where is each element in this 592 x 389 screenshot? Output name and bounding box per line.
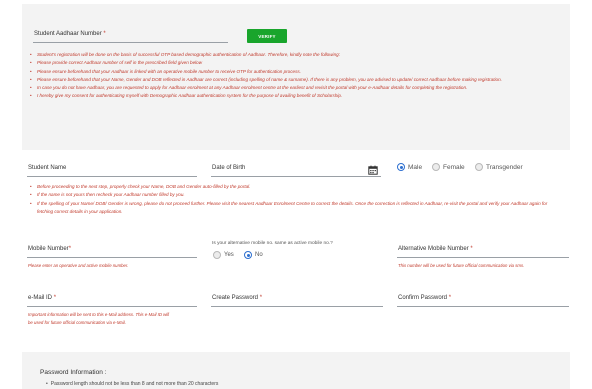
gender-male-radio[interactable]: Male (397, 163, 422, 171)
aadhaar-number-input[interactable] (33, 42, 228, 43)
note-item: If the spelling of your Name/ DOB/ Gende… (30, 200, 550, 217)
alt-mobile-input[interactable] (397, 257, 569, 258)
mobile-number-label: Mobile Number* (28, 246, 72, 252)
email-hint-line-2: be used for future official communicatio… (28, 320, 126, 325)
radio-empty-icon (475, 163, 483, 171)
email-label: e-Mail ID * (28, 295, 57, 301)
create-password-label: Create Password * (212, 295, 263, 301)
password-info-title: Password Information : (40, 369, 107, 376)
student-name-label: Student Name (28, 165, 67, 171)
student-name-input[interactable] (27, 176, 197, 177)
aadhaar-notes: Student's registration will be done on t… (30, 51, 550, 101)
student-notes: Before proceeding to the next step, prop… (30, 183, 550, 216)
note-item: Before proceeding to the next step, prop… (30, 183, 550, 192)
verify-button[interactable]: VERIFY (247, 29, 287, 43)
mobile-hint: Please enter an operative and active mob… (28, 263, 129, 268)
dob-label: Date of Birth (212, 165, 246, 171)
alt-mobile-label: Alternative Mobile Number * (398, 246, 473, 252)
mobile-number-input[interactable] (27, 257, 197, 258)
email-input[interactable] (27, 306, 197, 307)
confirm-password-input[interactable] (397, 306, 569, 307)
alt-same-no-radio[interactable]: No (244, 251, 263, 259)
confirm-password-label: Confirm Password * (398, 295, 452, 301)
create-password-input[interactable] (211, 306, 383, 307)
note-item: I hereby give my consent for authenticat… (30, 92, 550, 101)
radio-empty-icon (213, 251, 221, 259)
note-item: Please ensure beforehand that your Aadha… (30, 68, 550, 77)
alt-same-question: Is your alternative mobile no. same as a… (212, 241, 333, 246)
aadhaar-number-label: Student Aadhaar Number * (34, 31, 106, 37)
calendar-icon[interactable] (368, 165, 378, 175)
radio-selected-icon (244, 251, 252, 259)
note-item: Student's registration will be done on t… (30, 51, 550, 60)
radio-selected-icon (397, 163, 405, 171)
note-item: If the name is not yours then recheck yo… (30, 191, 550, 200)
dob-input[interactable] (211, 176, 381, 177)
radio-empty-icon (432, 163, 440, 171)
note-item: In case you do not have Aadhaar, you are… (30, 84, 550, 93)
email-hint-line-1: Important information will be sent to th… (28, 312, 170, 317)
alt-same-yes-radio[interactable]: Yes (213, 251, 234, 259)
alt-mobile-hint: This number will be used for future offi… (398, 263, 525, 268)
note-item: Please provide correct Aadhaar number of… (30, 59, 550, 68)
gender-female-radio[interactable]: Female (432, 163, 465, 171)
password-rule: Password length should not be less than … (46, 381, 219, 387)
gender-transgender-radio[interactable]: Transgender (475, 163, 523, 171)
note-item: Please ensure beforehand that your Name,… (30, 76, 550, 85)
